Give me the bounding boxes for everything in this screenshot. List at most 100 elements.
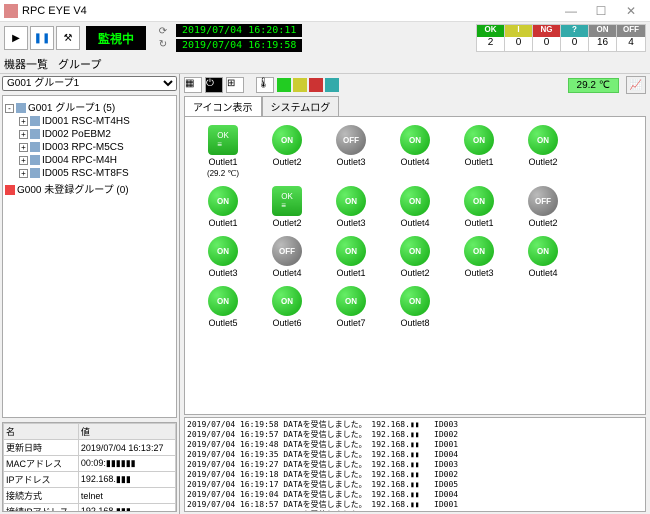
outlet-label: Outlet5 xyxy=(208,318,237,328)
status-header: OK xyxy=(477,25,504,37)
outlet-on-icon[interactable]: ON xyxy=(272,286,302,316)
outlet-on-icon[interactable]: ON xyxy=(400,236,430,266)
outlet-on-icon[interactable]: ON xyxy=(208,236,238,266)
menu-devices[interactable]: 機器一覧 xyxy=(4,56,48,72)
app-icon xyxy=(4,4,18,18)
outlet-on-icon[interactable]: ON xyxy=(464,236,494,266)
outlet-item[interactable]: ONOutlet1 xyxy=(449,186,509,228)
outlet-on-icon[interactable]: ON xyxy=(400,125,430,155)
status-summary: OK2I0NG0?0ON16OFF4 xyxy=(476,24,646,52)
outlet-item[interactable]: OFF Outlet3 xyxy=(321,125,381,178)
outlet-item[interactable]: ONOutlet3 xyxy=(449,236,509,278)
outlet-on-icon[interactable]: ON xyxy=(400,286,430,316)
status-header: ? xyxy=(561,25,588,37)
outlet-item[interactable]: OFFOutlet2 xyxy=(513,186,573,228)
status-header: NG xyxy=(533,25,560,37)
outlet-on-icon[interactable]: ON xyxy=(272,125,302,155)
outlet-item[interactable]: ON Outlet4 xyxy=(513,236,573,278)
tab-icon-view[interactable]: アイコン表示 xyxy=(184,96,262,116)
status-value: 4 xyxy=(617,37,645,51)
tree-node[interactable]: +ID004 RPC-M4H xyxy=(5,154,174,167)
outlet-on-icon[interactable]: ON xyxy=(400,186,430,216)
sync-icon[interactable]: ↻ xyxy=(156,39,170,51)
maximize-button[interactable]: ☐ xyxy=(586,1,616,21)
outlet-label: Outlet4 xyxy=(528,268,557,278)
outlet-item[interactable]: ON Outlet2 xyxy=(257,125,317,178)
outlet-item[interactable]: OK≡Outlet1(29.2 ℃) xyxy=(193,125,253,178)
outlet-item[interactable]: ON Outlet2 xyxy=(513,125,573,178)
thermometer-icon[interactable]: 🌡 xyxy=(256,77,274,93)
outlet-item[interactable]: ONOutlet3 xyxy=(193,236,253,278)
play-button[interactable]: ▶ xyxy=(4,26,28,50)
outlet-item[interactable]: OFFOutlet4 xyxy=(257,236,317,278)
view-button-1[interactable]: ▦ xyxy=(184,77,202,93)
outlet-item[interactable]: ONOutlet3 xyxy=(321,186,381,228)
prop-name: 更新日時 xyxy=(4,440,79,456)
outlet-on-icon[interactable]: ON xyxy=(336,186,366,216)
outlet-off-icon[interactable]: OFF xyxy=(528,186,558,216)
tools-button[interactable]: ⚒ xyxy=(56,26,80,50)
outlet-item[interactable]: ONOutlet2 xyxy=(385,236,445,278)
outlet-item[interactable]: ONOutlet1 xyxy=(193,186,253,228)
properties-table: 名値更新日時2019/07/04 16:13:27MACアドレス00:09:▮▮… xyxy=(2,422,177,512)
menu-groups[interactable]: グループ xyxy=(58,56,101,72)
group-select[interactable]: G001 グループ1 xyxy=(2,76,177,91)
outlet-on-icon[interactable]: ON xyxy=(464,125,494,155)
status-value: 2 xyxy=(477,37,504,51)
prop-name: 接続方式 xyxy=(4,488,79,504)
outlet-on-icon[interactable]: ON xyxy=(464,186,494,216)
outlet-item[interactable]: ON Outlet8 xyxy=(385,286,445,328)
log-panel[interactable]: 2019/07/04 16:19:58 DATAを受信しました。 192.168… xyxy=(184,417,646,512)
outlet-temp: (29.2 ℃) xyxy=(207,169,239,178)
outlet-on-icon[interactable]: ON xyxy=(528,236,558,266)
outlet-on-icon[interactable]: ON xyxy=(336,236,366,266)
view-button-2[interactable]: ⊞ xyxy=(226,77,244,93)
outlet-item[interactable]: ON Outlet4 xyxy=(385,125,445,178)
outlet-label: Outlet7 xyxy=(336,318,365,328)
tree-node[interactable]: +ID003 RPC-M5CS xyxy=(5,141,174,154)
outlet-item[interactable]: ONOutlet1 xyxy=(321,236,381,278)
outlet-item[interactable]: OK≡ Outlet2 xyxy=(257,186,317,228)
chart-button[interactable]: 📈 xyxy=(626,76,646,94)
color-filter[interactable] xyxy=(325,78,339,92)
tree-node[interactable]: +ID001 RSC-MT4HS xyxy=(5,115,174,128)
plug-icon[interactable]: ⏻ xyxy=(205,77,223,93)
outlet-label: Outlet8 xyxy=(400,318,429,328)
tree-node[interactable]: G000 未登録グループ (0) xyxy=(5,180,174,197)
outlet-label: Outlet4 xyxy=(400,157,429,167)
outlet-item[interactable]: ONOutlet6 xyxy=(257,286,317,328)
prop-value: telnet xyxy=(78,488,175,504)
outlet-off-icon[interactable]: OFF xyxy=(272,236,302,266)
color-filter[interactable] xyxy=(293,78,307,92)
refresh-icon[interactable]: ⟳ xyxy=(156,26,170,38)
outlet-label: Outlet2 xyxy=(272,157,301,167)
outlet-label: Outlet3 xyxy=(336,157,365,167)
minimize-button[interactable]: — xyxy=(556,1,586,21)
device-tree[interactable]: -G001 グループ1 (5)+ID001 RSC-MT4HS+ID002 Po… xyxy=(2,95,177,418)
outlet-off-icon[interactable]: OFF xyxy=(336,125,366,155)
outlet-panel: OK≡Outlet1(29.2 ℃)ONOutlet2OFFOutlet3ONO… xyxy=(184,116,646,415)
tab-system-log[interactable]: システムログ xyxy=(262,96,340,116)
outlet-ok-icon[interactable]: OK≡ xyxy=(272,186,302,216)
outlet-label: Outlet4 xyxy=(400,218,429,228)
outlet-ok-icon[interactable]: OK≡ xyxy=(208,125,238,155)
outlet-item[interactable]: ONOutlet1 xyxy=(449,125,509,178)
outlet-on-icon[interactable]: ON xyxy=(336,286,366,316)
outlet-on-icon[interactable]: ON xyxy=(528,125,558,155)
tree-node[interactable]: -G001 グループ1 (5) xyxy=(5,98,174,115)
tree-node[interactable]: +ID002 PoEBM2 xyxy=(5,128,174,141)
prop-value: 192.168.▮▮▮ xyxy=(78,472,175,488)
color-filter[interactable] xyxy=(309,78,323,92)
time-display-2: 2019/07/04 16:19:58 xyxy=(176,39,302,52)
outlet-item[interactable]: ON Outlet7 xyxy=(321,286,381,328)
outlet-item[interactable]: ON Outlet5 xyxy=(193,286,253,328)
outlet-on-icon[interactable]: ON xyxy=(208,286,238,316)
outlet-label: Outlet2 xyxy=(528,157,557,167)
pause-button[interactable]: ❚❚ xyxy=(30,26,54,50)
outlet-label: Outlet2 xyxy=(272,218,301,228)
close-button[interactable]: ✕ xyxy=(616,1,646,21)
outlet-on-icon[interactable]: ON xyxy=(208,186,238,216)
tree-node[interactable]: +ID005 RSC-MT8FS xyxy=(5,167,174,180)
outlet-item[interactable]: ON Outlet4 xyxy=(385,186,445,228)
color-filter[interactable] xyxy=(277,78,291,92)
